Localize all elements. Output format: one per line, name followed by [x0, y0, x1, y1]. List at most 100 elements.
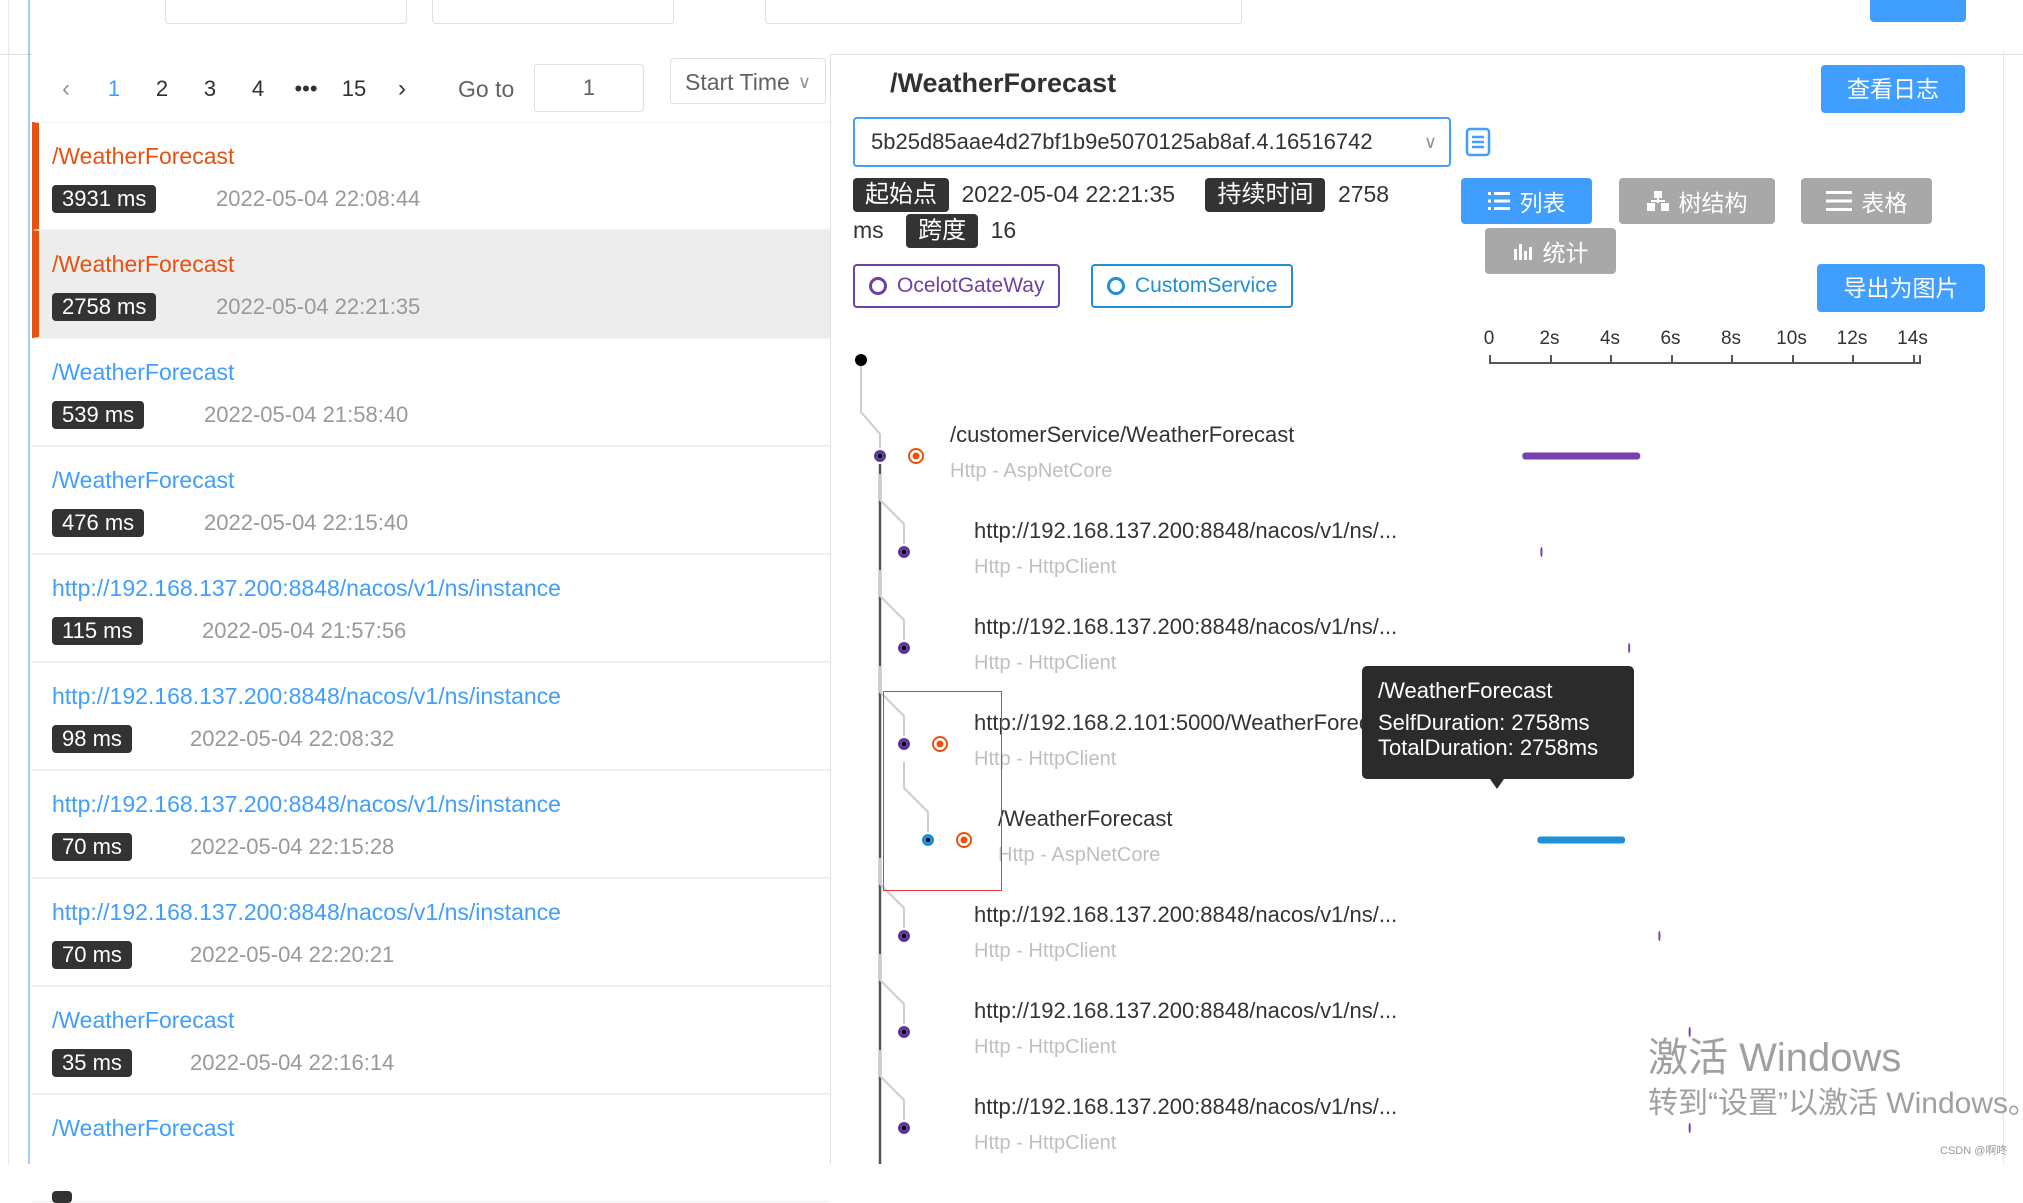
span-node-center: [902, 550, 906, 554]
trace-start-time: 2022-05-04 22:15:40: [204, 510, 409, 535]
span-name[interactable]: http://192.168.137.200:8848/nacos/v1/ns/…: [974, 998, 1397, 1024]
page-numbers: 1 2 3 4 ••• 15: [90, 76, 378, 102]
trace-list-item[interactable]: http://192.168.137.200:8848/nacos/v1/ns/…: [32, 878, 830, 986]
span-component: Http - HttpClient: [974, 556, 1117, 578]
tooltip-total-duration: TotalDuration: 2758ms: [1378, 735, 1599, 760]
page-15[interactable]: 15: [330, 76, 378, 102]
duration-badge: 70 ms: [52, 941, 132, 969]
duration-badge: 476 ms: [52, 509, 145, 537]
trace-start-time: 2022-05-04 22:08:44: [216, 186, 421, 211]
activation-watermark-subtitle: 转到“设置”以激活 Windows。: [1648, 1087, 2023, 1120]
trace-start-time: 2022-05-04 22:08:32: [190, 726, 395, 751]
trace-list-item[interactable]: /WeatherForecast 539 ms 2022-05-04 21:58:4…: [32, 338, 830, 446]
span-node-center: [902, 1030, 906, 1034]
page-1[interactable]: 1: [90, 76, 138, 102]
span-name[interactable]: /customerService/WeatherForecast: [950, 422, 1294, 448]
duration-badge: 2758 ms: [52, 293, 157, 321]
span-duration-bar: [1658, 931, 1661, 941]
duration-badge: 115 ms: [52, 617, 143, 645]
tree-connector: [879, 954, 905, 1032]
sort-select-value: Start Time: [685, 69, 790, 95]
panel-border-right: [2003, 50, 2004, 1164]
trace-name: /WeatherForecast: [52, 1007, 235, 1033]
tooltip-title: /WeatherForecast: [1378, 678, 1553, 703]
search-button[interactable]: [1870, 0, 1966, 22]
filter-input-1[interactable]: [165, 0, 407, 24]
span-node-center: [902, 646, 906, 650]
trace-list-panel: ‹ 1 2 3 4 ••• 15 › Go to 1 Start Time ∨ /Weat…: [32, 54, 831, 1203]
duration-badge: 70 ms: [52, 833, 132, 861]
trace-start-time: 2022-05-04 21:57:56: [202, 618, 407, 643]
span-name[interactable]: http://192.168.137.200:8848/nacos/v1/ns/…: [974, 614, 1397, 640]
trace-list-item[interactable]: /WeatherForecast 3931 ms 2022-05-04 22:08:…: [32, 122, 830, 230]
duration-badge: 98 ms: [52, 725, 132, 753]
tree-connector: [879, 570, 905, 648]
span-name[interactable]: http://192.168.137.200:8848/nacos/v1/ns/…: [974, 902, 1397, 928]
span-name[interactable]: /WeatherForecast: [998, 806, 1172, 832]
activation-watermark-title: 激活 Windows: [1648, 1036, 1902, 1080]
page-ellipsis[interactable]: •••: [282, 76, 330, 102]
trace-start-time: 2022-05-04 22:20:21: [190, 942, 395, 967]
trace-name: /WeatherForecast: [52, 143, 235, 169]
duration-badge: 539 ms: [52, 401, 145, 429]
chevron-right-icon[interactable]: ›: [378, 75, 426, 103]
window-border: [8, 0, 9, 1164]
span-component: Http - AspNetCore: [950, 460, 1113, 482]
tooltip-arrow: [1490, 779, 1504, 789]
trace-list-item[interactable]: /WeatherForecast 2758 ms 2022-05-04 22:21:…: [32, 230, 830, 338]
trace-start-time: 2022-05-04 22:16:14: [190, 1050, 395, 1075]
pagination: ‹ 1 2 3 4 ••• 15 ›: [42, 64, 426, 114]
span-component: Http - AspNetCore: [998, 844, 1161, 866]
tree-connector: [879, 474, 905, 552]
span-tooltip: /WeatherForecast SelfDuration: 2758ms To…: [1362, 666, 1634, 789]
span-duration-bar: [1688, 1123, 1691, 1133]
highlight-box: [883, 691, 1002, 891]
span-node-center: [902, 1126, 906, 1130]
trace-list-item[interactable]: http://192.168.137.200:8848/nacos/v1/ns/…: [32, 662, 830, 770]
span-component: Http - HttpClient: [974, 652, 1117, 674]
span-name[interactable]: http://192.168.137.200:8848/nacos/v1/ns/…: [974, 518, 1397, 544]
page-3[interactable]: 3: [186, 76, 234, 102]
trace-list-item[interactable]: /WeatherForecast: [32, 1094, 830, 1203]
tree-connector: [860, 360, 881, 456]
filter-input-2[interactable]: [432, 0, 674, 24]
trace-name: http://192.168.137.200:8848/nacos/v1/ns/…: [52, 575, 561, 601]
span-duration-bar: [1628, 643, 1631, 653]
span-name[interactable]: http://192.168.137.200:8848/nacos/v1/ns/…: [974, 1094, 1397, 1120]
trace-list-item[interactable]: /WeatherForecast 35 ms 2022-05-04 22:16:14: [32, 986, 830, 1094]
sort-select[interactable]: Start Time ∨: [670, 58, 826, 104]
filter-input-3[interactable]: [765, 0, 1242, 24]
goto-page-input[interactable]: 1: [534, 64, 644, 112]
trace-list-item[interactable]: http://192.168.137.200:8848/nacos/v1/ns/…: [32, 770, 830, 878]
panel-border: [28, 0, 30, 1164]
tooltip-self-duration: SelfDuration: 2758ms: [1378, 710, 1590, 735]
span-component: Http - HttpClient: [974, 1036, 1117, 1058]
trace-name: /WeatherForecast: [52, 1115, 235, 1141]
trace-list-item[interactable]: /WeatherForecast 476 ms 2022-05-04 22:15:4…: [32, 446, 830, 554]
trace-start-time: 2022-05-04 21:58:40: [204, 402, 409, 427]
duration-badge: 35 ms: [52, 1049, 132, 1077]
trace-name: http://192.168.137.200:8848/nacos/v1/ns/…: [52, 899, 561, 925]
tree-connector: [879, 1050, 905, 1128]
trace-name: http://192.168.137.200:8848/nacos/v1/ns/…: [52, 683, 561, 709]
trace-name: http://192.168.137.200:8848/nacos/v1/ns/…: [52, 791, 561, 817]
span-name[interactable]: http://192.168.2.101:5000/WeatherForecas…: [974, 710, 1399, 736]
error-marker-center: [912, 452, 920, 460]
duration-badge: [52, 1191, 72, 1203]
duration-badge: 3931 ms: [52, 185, 157, 213]
trace-list: /WeatherForecast 3931 ms 2022-05-04 22:08:…: [32, 122, 830, 1203]
span-duration-bar: [1522, 452, 1641, 460]
chevron-left-icon[interactable]: ‹: [42, 75, 90, 103]
span-node-center: [878, 454, 882, 458]
top-filter-bar: [0, 0, 2023, 55]
trace-name: /WeatherForecast: [52, 359, 235, 385]
goto-label: Go to: [458, 76, 515, 102]
page-2[interactable]: 2: [138, 76, 186, 102]
trace-list-item[interactable]: http://192.168.137.200:8848/nacos/v1/ns/…: [32, 554, 830, 662]
span-duration-bar: [1537, 836, 1626, 844]
span-component: Http - HttpClient: [974, 1132, 1117, 1154]
trace-start-time: 2022-05-04 22:21:35: [216, 294, 421, 319]
span-duration-bar: [1540, 547, 1543, 557]
page-4[interactable]: 4: [234, 76, 282, 102]
trace-detail-panel: /WeatherForecast 查看日志 5b25d85aae4d27bf1b…: [832, 54, 2003, 1164]
